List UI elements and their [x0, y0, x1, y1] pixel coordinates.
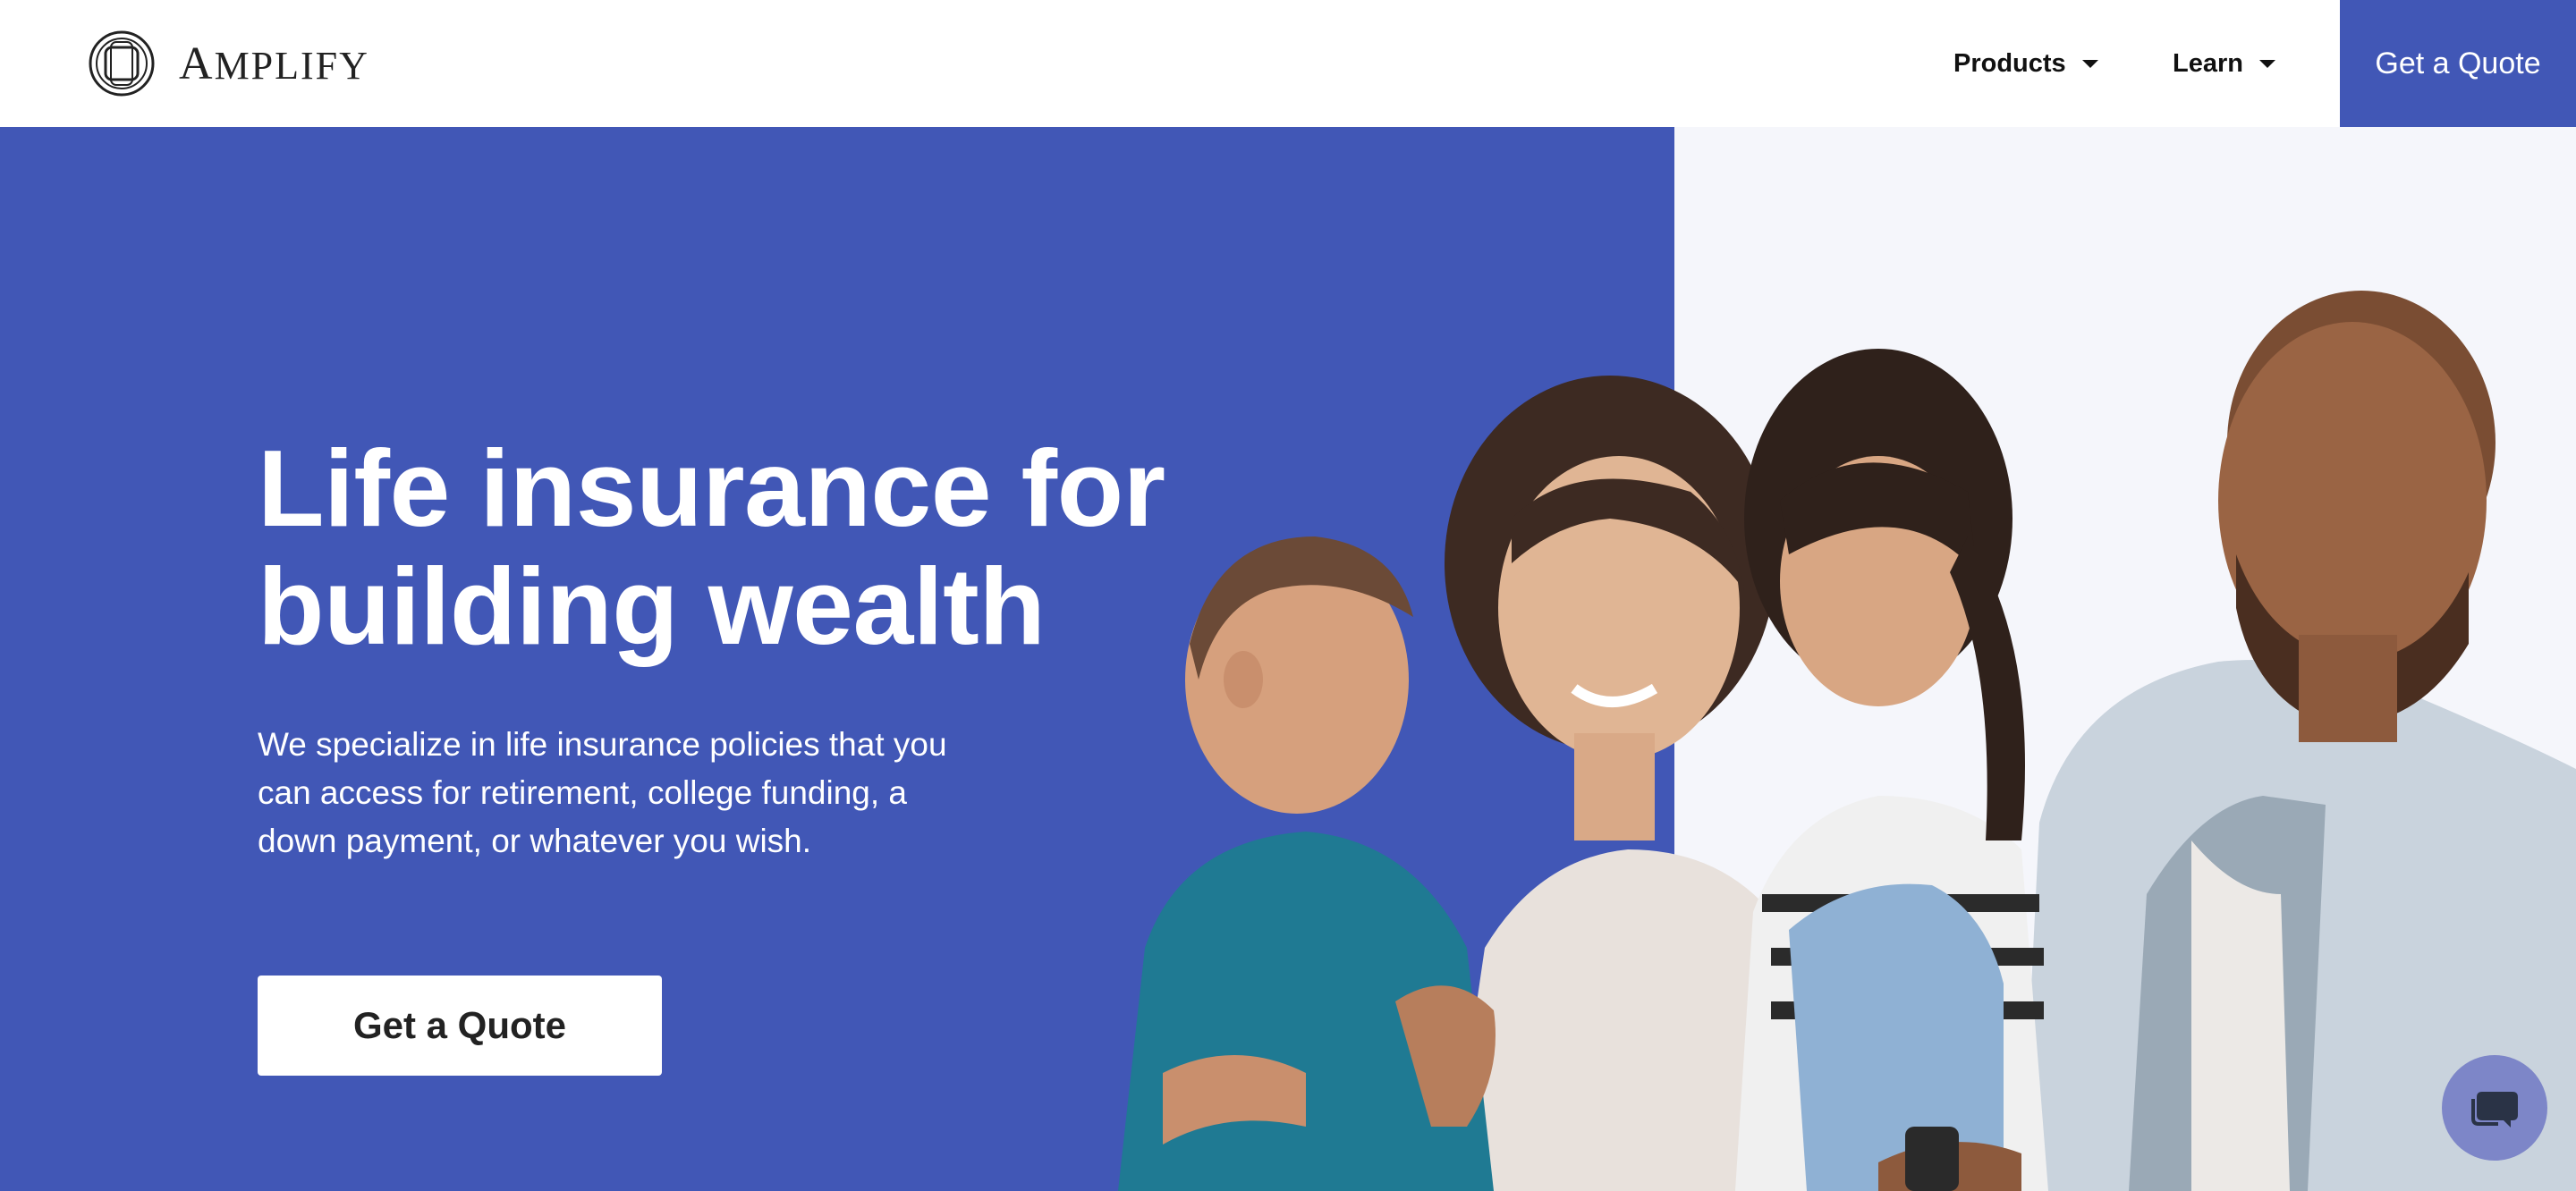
nav-learn-label: Learn: [2173, 48, 2243, 78]
family-photo: [1118, 291, 2576, 1191]
hero-subtitle-line-3: down payment, or whatever you wish.: [258, 823, 812, 859]
hero-subtitle-line-1: We specialize in life insurance policies…: [258, 726, 947, 763]
hero-subtitle-line-2: can access for retirement, college fundi…: [258, 774, 907, 811]
nav-learn[interactable]: Learn: [2173, 0, 2275, 127]
hero-title-line-2: building wealth: [258, 545, 1046, 667]
site-header: AMPLIFY Products Learn Get a Quote: [0, 0, 2576, 127]
girl-figure: [1735, 349, 2048, 1191]
brand-name: AMPLIFY: [179, 38, 369, 89]
amplify-logo-icon: [89, 30, 155, 97]
caret-down-icon: [2258, 59, 2275, 68]
chat-launcher[interactable]: [2442, 1055, 2547, 1161]
logo[interactable]: AMPLIFY: [88, 30, 369, 97]
hero-get-quote-button[interactable]: Get a Quote: [258, 976, 662, 1076]
header-get-quote-button[interactable]: Get a Quote: [2340, 0, 2576, 127]
caret-down-icon: [2081, 59, 2098, 68]
nav-products-label: Products: [1953, 48, 2066, 78]
nav-products[interactable]: Products: [1953, 0, 2098, 127]
watch-figure: [1905, 1127, 1959, 1191]
chat-bubble-icon: [2471, 1092, 2518, 1128]
hero-title-line-1: Life insurance for: [258, 427, 1165, 549]
hero-subtitle: We specialize in life insurance policies…: [258, 721, 973, 866]
